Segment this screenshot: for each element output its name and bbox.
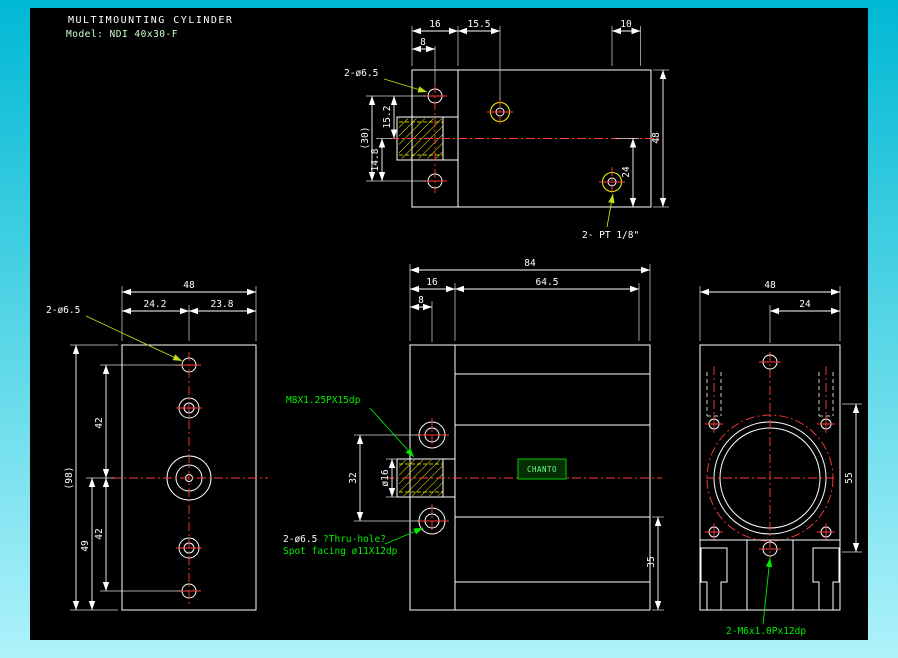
dim-8: 8 bbox=[420, 37, 426, 48]
label-tap: 2-M6x1.0Px12dp bbox=[726, 626, 806, 637]
label-holes-top: 2-ø6.5 bbox=[344, 68, 378, 79]
dim-48: 48 bbox=[764, 280, 776, 291]
dim-84: 84 bbox=[524, 258, 536, 269]
label-thread: M8X1.25PX15dp bbox=[286, 395, 361, 406]
drawing-title: MULTIMOUNTING CYLINDER bbox=[68, 15, 233, 26]
dim-24-2: 24.2 bbox=[144, 299, 167, 310]
model-number: Model: NDI 40x30-F bbox=[66, 29, 178, 40]
label-thru-hole: 2-ø6.5 ?Thru-hole? bbox=[283, 534, 386, 545]
dim-55: 55 bbox=[844, 472, 855, 483]
dim-30: (30) bbox=[360, 127, 371, 150]
dim-24: 24 bbox=[621, 166, 632, 178]
label-holes-front: 2-ø6.5 bbox=[46, 305, 80, 316]
dim-35: 35 bbox=[646, 556, 657, 567]
dim-98: (98) bbox=[64, 467, 75, 490]
dim-32: 32 bbox=[348, 472, 359, 483]
dim-15-2: 15.2 bbox=[382, 106, 393, 129]
dim-8: 8 bbox=[418, 295, 424, 306]
dim-15-5: 15.5 bbox=[468, 19, 491, 30]
dim-42-upper: 42 bbox=[94, 417, 105, 428]
dim-24: 24 bbox=[799, 299, 811, 310]
dim-14-8: 14.8 bbox=[370, 148, 381, 171]
dim-10: 10 bbox=[620, 19, 632, 30]
brand-logo-text: CHANTO bbox=[527, 465, 557, 474]
dim-rod-dia: ø16 bbox=[380, 469, 391, 486]
drawing-frame bbox=[30, 8, 868, 640]
label-spot-facing: Spot facing ø11X12dp bbox=[283, 546, 398, 557]
dim-23-8: 23.8 bbox=[211, 299, 234, 310]
dim-48: 48 bbox=[183, 280, 195, 291]
dim-48: 48 bbox=[651, 132, 662, 144]
dim-16: 16 bbox=[426, 277, 438, 288]
dim-49: 49 bbox=[80, 540, 91, 552]
dim-42-lower: 42 bbox=[94, 528, 105, 539]
cad-drawing[interactable]: MULTIMOUNTING CYLINDER Model: NDI 40x30-… bbox=[0, 0, 898, 658]
label-port: 2- PT 1/8" bbox=[582, 230, 639, 241]
dim-16: 16 bbox=[429, 19, 441, 30]
dim-64-5: 64.5 bbox=[536, 277, 559, 288]
